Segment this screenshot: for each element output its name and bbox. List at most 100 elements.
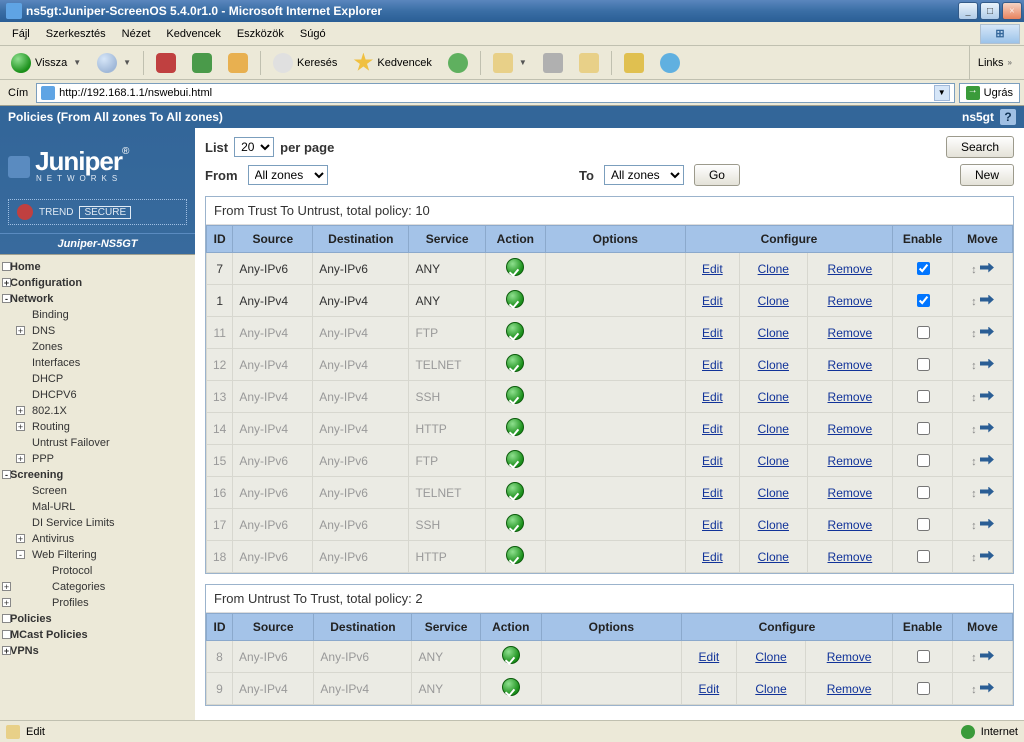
move-up-icon[interactable]: ↕ xyxy=(971,684,977,696)
nav-item-mal-url[interactable]: Mal-URL xyxy=(0,499,195,515)
nav-item-untrust-failover[interactable]: Untrust Failover xyxy=(0,435,195,451)
clone-link[interactable]: Clone xyxy=(758,262,789,276)
remove-link[interactable]: Remove xyxy=(828,358,873,372)
back-button[interactable]: Vissza ▼ xyxy=(4,49,88,77)
move-arrow-icon[interactable] xyxy=(980,651,994,661)
search-button[interactable]: Search xyxy=(946,136,1014,158)
clone-link[interactable]: Clone xyxy=(758,486,789,500)
remove-link[interactable]: Remove xyxy=(828,262,873,276)
edit-link[interactable]: Edit xyxy=(699,682,720,696)
move-arrow-icon[interactable] xyxy=(980,519,994,529)
close-button[interactable]: × xyxy=(1002,2,1022,20)
clone-link[interactable]: Clone xyxy=(758,326,789,340)
search-button[interactable]: Keresés xyxy=(266,49,344,77)
clone-link[interactable]: Clone xyxy=(758,454,789,468)
move-up-icon[interactable]: ↕ xyxy=(971,456,977,468)
edit-link[interactable]: Edit xyxy=(702,518,723,532)
history-button[interactable] xyxy=(441,49,475,77)
home-button[interactable] xyxy=(221,49,255,77)
menu-edit[interactable]: Szerkesztés xyxy=(38,26,114,42)
menu-favorites[interactable]: Kedvencek xyxy=(158,26,228,42)
to-zone-select[interactable]: All zones xyxy=(604,165,684,185)
nav-item-categories[interactable]: +Categories xyxy=(0,579,195,595)
messenger-button[interactable] xyxy=(653,49,687,77)
move-up-icon[interactable]: ↕ xyxy=(971,360,977,372)
enable-checkbox[interactable] xyxy=(917,358,930,371)
edit-link[interactable]: Edit xyxy=(702,486,723,500)
stop-button[interactable] xyxy=(149,49,183,77)
enable-checkbox[interactable] xyxy=(917,682,930,695)
tree-toggle-icon[interactable]: + xyxy=(2,582,11,591)
tree-toggle-icon[interactable]: - xyxy=(2,470,11,479)
tree-toggle-icon[interactable]: - xyxy=(16,550,25,559)
tree-toggle-icon[interactable]: + xyxy=(16,406,25,415)
remove-link[interactable]: Remove xyxy=(828,550,873,564)
mail-button[interactable]: ▼ xyxy=(486,49,534,77)
address-field[interactable]: http://192.168.1.1/nswebui.html ▼ xyxy=(36,83,954,103)
remove-link[interactable]: Remove xyxy=(828,422,873,436)
enable-checkbox[interactable] xyxy=(917,294,930,307)
remove-link[interactable]: Remove xyxy=(828,326,873,340)
clone-link[interactable]: Clone xyxy=(758,518,789,532)
tree-toggle-icon[interactable] xyxy=(2,630,11,639)
remove-link[interactable]: Remove xyxy=(828,454,873,468)
remove-link[interactable]: Remove xyxy=(828,518,873,532)
nav-item-screen[interactable]: Screen xyxy=(0,483,195,499)
tree-toggle-icon[interactable]: + xyxy=(2,646,11,655)
edit-button[interactable] xyxy=(572,49,606,77)
tree-toggle-icon[interactable] xyxy=(2,262,11,271)
edit-link[interactable]: Edit xyxy=(702,454,723,468)
edit-link[interactable]: Edit xyxy=(702,358,723,372)
move-up-icon[interactable]: ↕ xyxy=(971,652,977,664)
move-up-icon[interactable]: ↕ xyxy=(971,264,977,276)
move-arrow-icon[interactable] xyxy=(980,327,994,337)
menu-file[interactable]: Fájl xyxy=(4,26,38,42)
enable-checkbox[interactable] xyxy=(917,390,930,403)
nav-item-web-filtering[interactable]: -Web Filtering xyxy=(0,547,195,563)
nav-item-antivirus[interactable]: +Antivirus xyxy=(0,531,195,547)
clone-link[interactable]: Clone xyxy=(755,650,786,664)
enable-checkbox[interactable] xyxy=(917,326,930,339)
tree-toggle-icon[interactable]: + xyxy=(16,326,25,335)
move-up-icon[interactable]: ↕ xyxy=(971,424,977,436)
edit-link[interactable]: Edit xyxy=(702,390,723,404)
enable-checkbox[interactable] xyxy=(917,518,930,531)
tree-toggle-icon[interactable] xyxy=(2,614,11,623)
nav-item-zones[interactable]: Zones xyxy=(0,339,195,355)
tree-toggle-icon[interactable]: + xyxy=(16,534,25,543)
enable-checkbox[interactable] xyxy=(917,454,930,467)
move-up-icon[interactable]: ↕ xyxy=(971,328,977,340)
move-up-icon[interactable]: ↕ xyxy=(971,552,977,564)
help-button[interactable]: ? xyxy=(1000,109,1016,125)
print-button[interactable] xyxy=(536,49,570,77)
tree-toggle-icon[interactable]: + xyxy=(2,598,11,607)
minimize-button[interactable]: _ xyxy=(958,2,978,20)
nav-item-mcast-policies[interactable]: MCast Policies xyxy=(0,627,195,643)
maximize-button[interactable]: □ xyxy=(980,2,1000,20)
menu-view[interactable]: Nézet xyxy=(114,26,159,42)
remove-link[interactable]: Remove xyxy=(828,390,873,404)
enable-checkbox[interactable] xyxy=(917,550,930,563)
enable-checkbox[interactable] xyxy=(917,422,930,435)
refresh-button[interactable] xyxy=(185,49,219,77)
nav-item-dhcpv6[interactable]: DHCPV6 xyxy=(0,387,195,403)
nav-item-routing[interactable]: +Routing xyxy=(0,419,195,435)
nav-item-dns[interactable]: +DNS xyxy=(0,323,195,339)
nav-item-dhcp[interactable]: DHCP xyxy=(0,371,195,387)
nav-item-binding[interactable]: Binding xyxy=(0,307,195,323)
clone-link[interactable]: Clone xyxy=(758,422,789,436)
clone-link[interactable]: Clone xyxy=(755,682,786,696)
move-up-icon[interactable]: ↕ xyxy=(971,296,977,308)
move-arrow-icon[interactable] xyxy=(980,423,994,433)
enable-checkbox[interactable] xyxy=(917,262,930,275)
edit-link[interactable]: Edit xyxy=(699,650,720,664)
nav-item-screening[interactable]: -Screening xyxy=(0,467,195,483)
nav-item-802-1x[interactable]: +802.1X xyxy=(0,403,195,419)
go-button[interactable]: Go xyxy=(694,164,740,186)
nav-item-ppp[interactable]: +PPP xyxy=(0,451,195,467)
remove-link[interactable]: Remove xyxy=(828,294,873,308)
tree-toggle-icon[interactable]: + xyxy=(16,422,25,431)
remove-link[interactable]: Remove xyxy=(827,682,872,696)
clone-link[interactable]: Clone xyxy=(758,550,789,564)
forward-button[interactable]: ▼ xyxy=(90,49,138,77)
